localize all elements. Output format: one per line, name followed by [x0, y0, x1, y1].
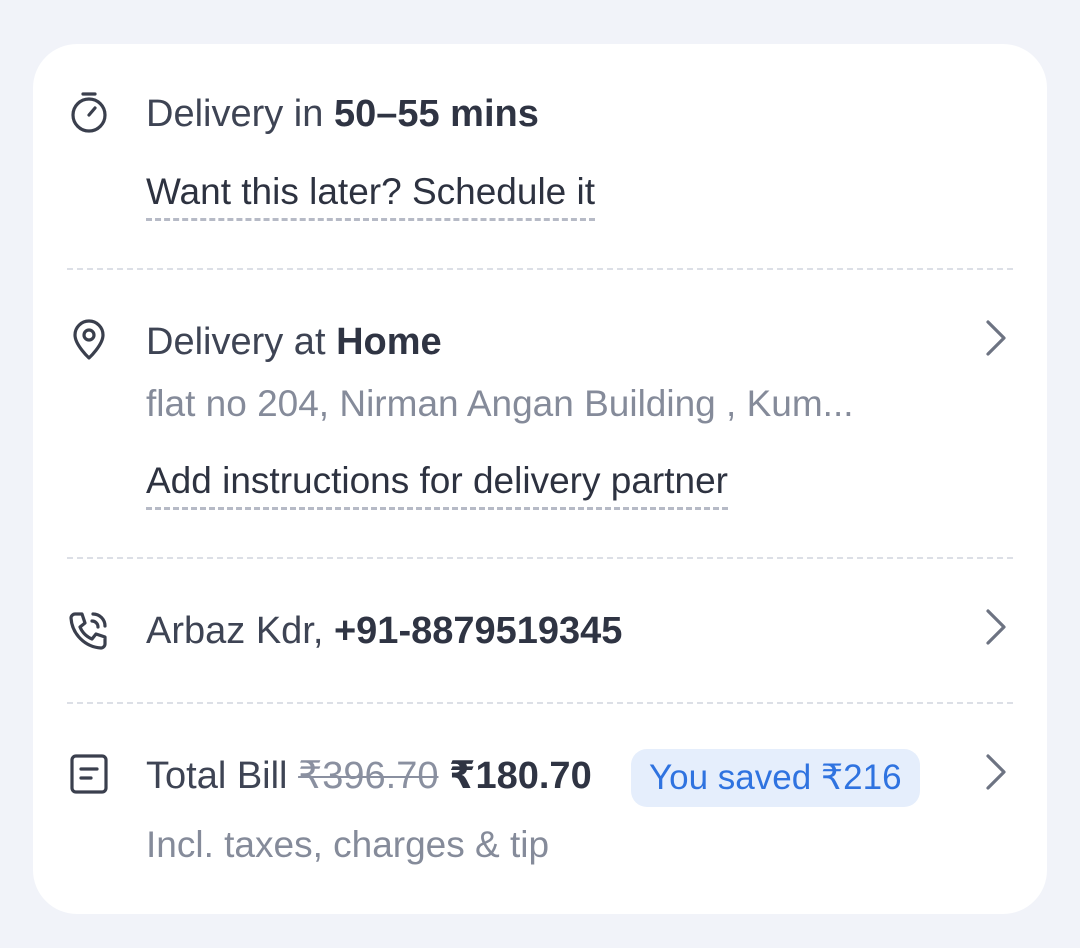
location-pin-icon	[67, 318, 111, 362]
original-price: ₹396.70	[298, 755, 439, 797]
delivery-time-value: 50–55 mins	[333, 93, 539, 135]
divider	[67, 557, 1013, 559]
divider	[67, 268, 1013, 270]
address-chevron-right-icon[interactable]	[979, 316, 1009, 360]
contact-chevron-right-icon[interactable]	[979, 605, 1009, 649]
contact-text: Arbaz Kdr, +91-8879519345	[146, 609, 622, 653]
savings-badge: You saved ₹216	[631, 749, 920, 807]
address-prefix: Delivery at	[146, 321, 337, 363]
address-label: Home	[336, 321, 442, 363]
contact-name: Arbaz Kdr,	[146, 610, 334, 652]
checkout-details-card: Delivery in 50–55 mins Want this later? …	[33, 44, 1047, 914]
stopwatch-icon	[67, 90, 111, 134]
phone-icon	[67, 608, 111, 652]
address-line: flat no 204, Nirman Angan Building , Kum…	[146, 383, 854, 424]
add-instructions-link[interactable]: Add instructions for delivery partner	[146, 459, 728, 510]
delivery-time-prefix: Delivery in	[146, 93, 334, 135]
receipt-icon	[67, 752, 111, 796]
divider	[67, 702, 1013, 704]
final-price: ₹180.70	[449, 755, 592, 797]
bill-note: Incl. taxes, charges & tip	[146, 824, 550, 865]
schedule-link[interactable]: Want this later? Schedule it	[146, 170, 596, 221]
total-bill-text: Total Bill ₹396.70 ₹180.70	[146, 754, 592, 798]
bill-label: Total Bill	[146, 755, 299, 797]
contact-phone: +91-8879519345	[333, 610, 623, 652]
delivery-address-title: Delivery at Home	[146, 320, 442, 364]
delivery-time-text: Delivery in 50–55 mins	[146, 92, 539, 136]
bill-chevron-right-icon[interactable]	[979, 750, 1009, 794]
